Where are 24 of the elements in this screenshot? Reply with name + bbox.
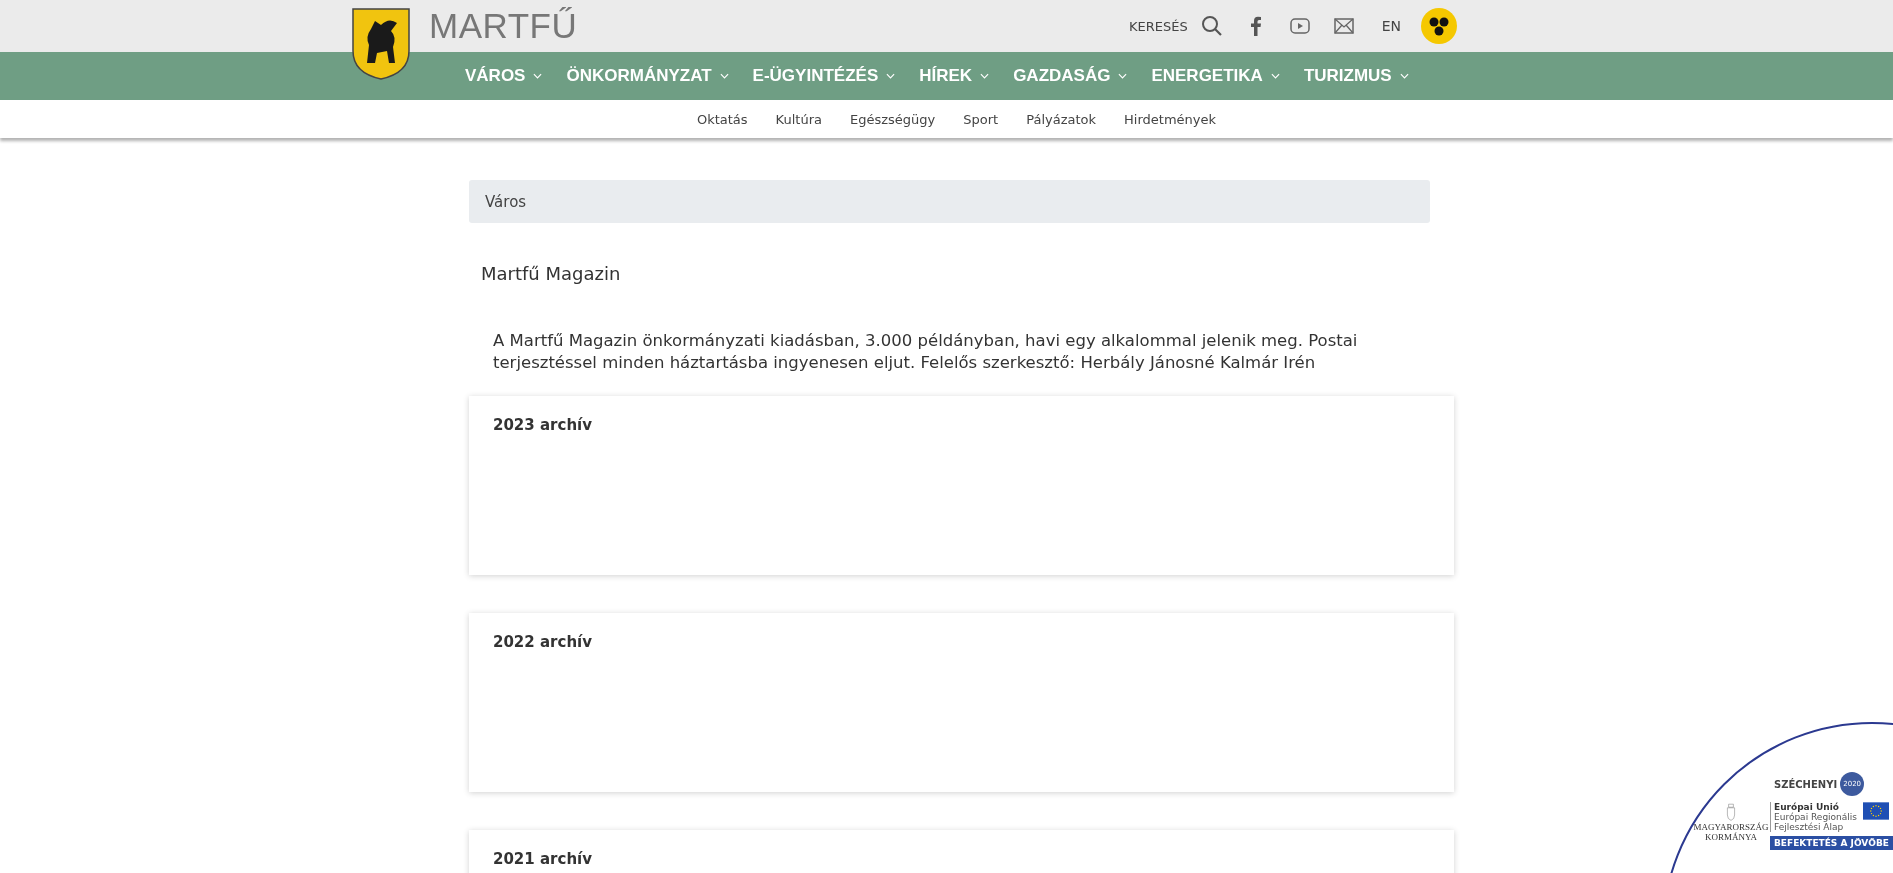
page-title: Martfű Magazin [481,263,622,284]
language-link[interactable]: EN [1381,18,1401,34]
government-label: MAGYARORSZÁG KORMÁNYA [1693,822,1769,842]
site-name[interactable]: MARTFŰ [429,6,578,46]
archive-card[interactable]: 2023 archív [469,396,1454,575]
sub-nav-link[interactable]: Hirdetmények [1124,111,1217,127]
archive-card[interactable]: 2021 archív [469,830,1454,873]
sub-nav-link[interactable]: Oktatás [696,111,748,127]
archive-title: 2023 archív [493,416,593,434]
slogan-banner: BEFEKTETÉS A JÖVŐBE [1770,836,1893,850]
eu-fund-label: Európai Regionális [1774,812,1857,822]
archive-card[interactable]: 2022 archív [469,613,1454,792]
program-name: SZÉCHENYI [1774,778,1838,790]
eu-fund-label: Fejlesztési Alap [1774,822,1844,832]
archive-title: 2021 archív [493,850,593,868]
breadcrumb-link[interactable]: Város [485,192,527,211]
sub-nav-link[interactable]: Sport [963,111,999,127]
eu-fund-label: Európai Unió [1774,802,1840,812]
sub-nav-link[interactable]: Egészségügy [850,111,936,127]
sub-nav-link[interactable]: Pályázatok [1026,111,1097,127]
sub-nav-link[interactable]: Kultúra [775,111,822,127]
intro-paragraph: A Martfű Magazin önkormányzati kiadásban, 3.000 példányban, havi egy alkalommal jelenik meg. Postai terjesztéssel minden háztartásba ingyenesen eljut. Felelős szerkesztő: Herbály Jánosné Kalmár Irén [493,330,1359,374]
search-link[interactable]: KERESÉS [1128,18,1188,34]
archive-title: 2022 archív [493,633,593,651]
